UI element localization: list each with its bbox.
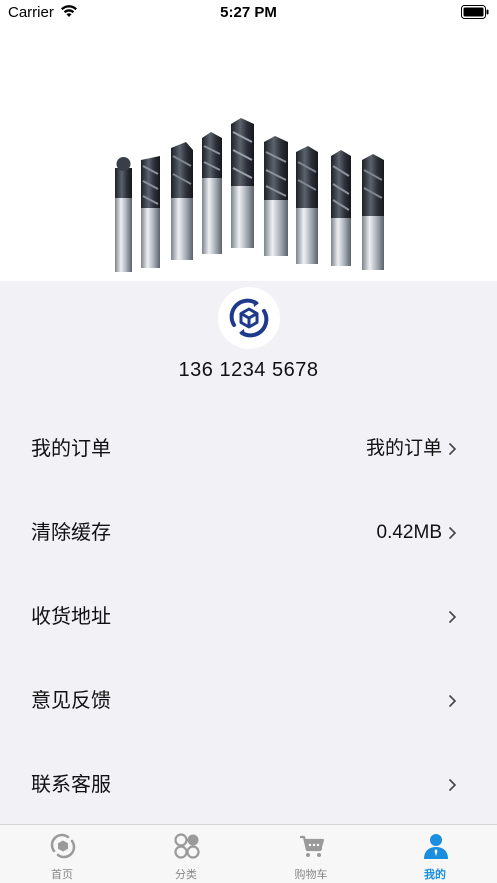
home-icon: [50, 833, 76, 859]
tab-profile[interactable]: 我的: [373, 825, 497, 883]
tab-category[interactable]: 分类: [124, 825, 248, 883]
battery-icon: [461, 5, 489, 24]
chevron-right-icon: [448, 778, 457, 792]
menu-item-contact-support[interactable]: 联系客服: [0, 743, 497, 827]
tab-bar: 首页 分类 购物车 我的: [0, 824, 497, 883]
chevron-right-icon: [448, 442, 457, 456]
menu-item-my-orders[interactable]: 我的订单 我的订单: [0, 407, 497, 491]
menu-item-label: 收货地址: [31, 606, 111, 628]
clock-label: 5:27 PM: [220, 4, 277, 21]
menu-item-feedback[interactable]: 意见反馈: [0, 659, 497, 743]
tab-label: 分类: [175, 869, 197, 881]
chevron-right-icon: [448, 694, 457, 708]
user-phone-number: 136 1234 5678: [178, 359, 319, 381]
tab-home[interactable]: 首页: [0, 825, 124, 883]
menu-item-label: 意见反馈: [31, 690, 111, 712]
menu-item-clear-cache[interactable]: 清除缓存 0.42MB: [0, 491, 497, 575]
banner-image: [0, 26, 497, 281]
status-bar: Carrier 5:27 PM: [0, 0, 497, 26]
tab-label: 我的: [424, 869, 446, 881]
profile-icon: [424, 834, 448, 859]
tab-label: 购物车: [294, 869, 328, 881]
menu-item-shipping-address[interactable]: 收货地址: [0, 575, 497, 659]
cache-size-value: 0.42MB: [376, 522, 442, 543]
menu-item-value: 我的订单: [365, 438, 442, 459]
tab-cart[interactable]: 购物车: [249, 825, 373, 883]
end-mill-tools-illustration: [115, 118, 384, 272]
chevron-right-icon: [448, 610, 457, 624]
chevron-right-icon: [448, 526, 457, 540]
avatar[interactable]: [218, 287, 280, 349]
tab-label: 首页: [51, 869, 73, 881]
menu-item-label: 我的订单: [31, 438, 111, 460]
menu-item-label: 联系客服: [31, 774, 111, 796]
category-icon: [174, 833, 200, 859]
cart-icon: [300, 835, 325, 857]
brand-logo-icon: [229, 298, 269, 338]
menu-item-label: 清除缓存: [31, 522, 111, 544]
